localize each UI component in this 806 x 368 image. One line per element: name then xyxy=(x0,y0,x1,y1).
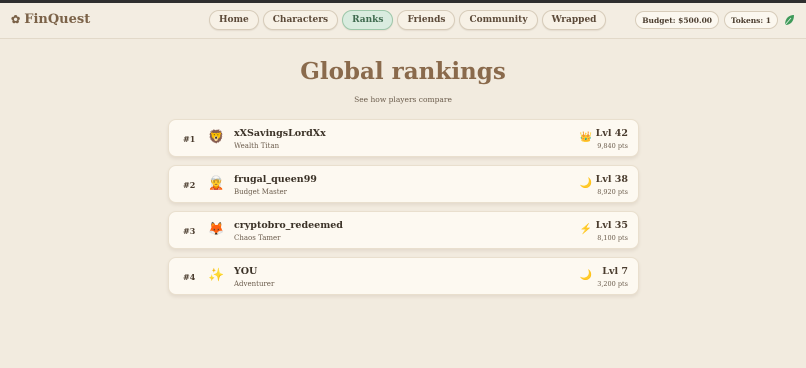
player-level: Lvl 7 xyxy=(602,266,628,277)
elf-icon: 🧝 xyxy=(208,176,225,191)
ranking-row-3[interactable]: #3 🦊 cryptobro_redeemed Chaos Tamer ⚡ Lv… xyxy=(168,211,639,249)
rank-number: #3 xyxy=(183,226,196,236)
player-level: Lvl 42 xyxy=(595,128,628,139)
player-title: Chaos Tamer xyxy=(234,234,281,242)
player-level: Lvl 35 xyxy=(595,220,628,231)
player-points: 9,840 pts xyxy=(597,142,628,150)
player-name: YOU xyxy=(234,266,258,277)
player-points: 8,100 pts xyxy=(597,234,628,242)
lion-icon: 🦁 xyxy=(208,130,225,145)
player-title: Wealth Titan xyxy=(234,142,280,150)
leaf-icon[interactable] xyxy=(783,13,795,27)
page-title: Global rankings xyxy=(300,58,506,85)
header-stats: Budget: $500.00 Tokens: 1 xyxy=(635,11,795,29)
nav-community[interactable]: Community xyxy=(459,10,538,30)
crown-icon: 👑 xyxy=(579,132,592,143)
fox-icon: 🦊 xyxy=(208,222,225,237)
rank-number: #4 xyxy=(183,272,196,282)
page-subtitle: See how players compare xyxy=(354,95,452,104)
brand-name: FinQuest xyxy=(24,12,91,27)
brand-logo[interactable]: ✿ FinQuest xyxy=(11,12,90,27)
nav-characters[interactable]: Characters xyxy=(262,10,339,30)
budget-badge[interactable]: Budget: $500.00 xyxy=(635,11,720,29)
lightning-icon: ⚡ xyxy=(579,224,592,235)
nav-home[interactable]: Home xyxy=(209,10,259,30)
player-name: cryptobro_redeemed xyxy=(234,220,343,231)
top-nav-bar: ✿ FinQuest Home Characters Ranks Friends… xyxy=(0,3,806,39)
player-name: xXSavingsLordXx xyxy=(234,128,326,139)
player-points: 3,200 pts xyxy=(597,280,628,288)
ranking-row-2[interactable]: #2 🧝 frugal_queen99 Budget Master 🌙 Lvl … xyxy=(168,165,639,203)
sparkles-icon: ✨ xyxy=(208,268,225,283)
main-nav: Home Characters Ranks Friends Community … xyxy=(209,10,607,30)
player-title: Adventurer xyxy=(234,280,275,288)
flower-icon: ✿ xyxy=(11,13,21,26)
rankings-list: #1 🦁 xXSavingsLordXx Wealth Titan 👑 Lvl … xyxy=(168,119,639,303)
player-level: Lvl 38 xyxy=(595,174,628,185)
nav-ranks[interactable]: Ranks xyxy=(342,10,394,30)
moon-icon: 🌙 xyxy=(579,270,592,281)
ranking-row-1[interactable]: #1 🦁 xXSavingsLordXx Wealth Titan 👑 Lvl … xyxy=(168,119,639,157)
player-name: frugal_queen99 xyxy=(234,174,317,185)
moon-icon: 🌙 xyxy=(579,178,592,189)
rank-number: #1 xyxy=(183,134,196,144)
rank-number: #2 xyxy=(183,180,196,190)
nav-wrapped[interactable]: Wrapped xyxy=(541,10,607,30)
player-title: Budget Master xyxy=(234,188,288,196)
player-points: 8,920 pts xyxy=(597,188,628,196)
tokens-badge[interactable]: Tokens: 1 xyxy=(724,11,778,29)
ranking-row-4[interactable]: #4 ✨ YOU Adventurer 🌙 Lvl 7 3,200 pts xyxy=(168,257,639,295)
nav-friends[interactable]: Friends xyxy=(397,10,456,30)
